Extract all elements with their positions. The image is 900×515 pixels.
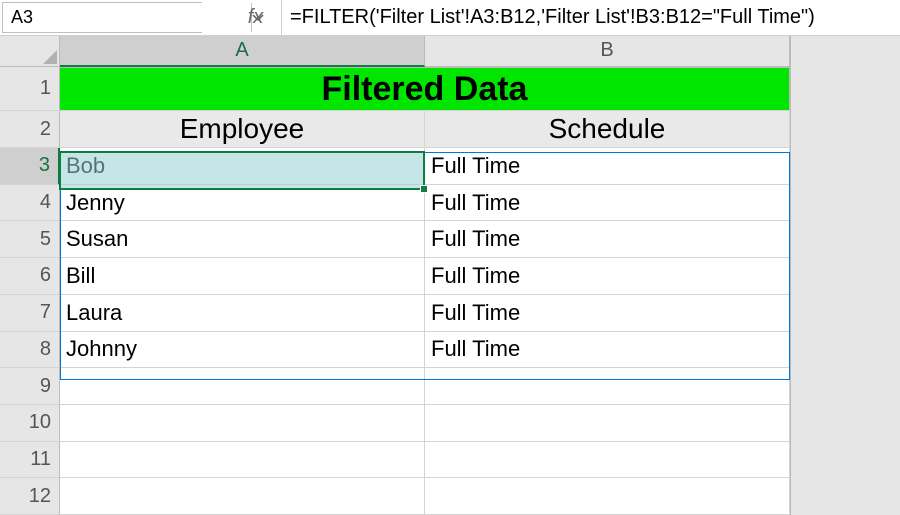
cell[interactable]: Bill	[60, 258, 425, 295]
table-row: Filtered Data	[60, 67, 900, 111]
cell[interactable]	[425, 405, 790, 442]
cell[interactable]	[60, 442, 425, 479]
row-header[interactable]: 11	[0, 442, 60, 479]
column-header[interactable]: A	[60, 36, 425, 67]
cell[interactable]	[60, 405, 425, 442]
cell[interactable]	[425, 368, 790, 405]
fx-icon: fx	[248, 6, 264, 29]
row-header[interactable]: 9	[0, 368, 60, 405]
cell[interactable]: Full Time	[425, 185, 790, 222]
row-header[interactable]: 8	[0, 332, 60, 369]
table-row	[60, 442, 900, 479]
table-row	[60, 368, 900, 405]
cell[interactable]: Full Time	[425, 221, 790, 258]
cell[interactable]	[60, 368, 425, 405]
table-row	[60, 405, 900, 442]
cell[interactable]: Full Time	[425, 332, 790, 369]
table-row: Laura Full Time	[60, 295, 900, 332]
row-header[interactable]: 6	[0, 258, 60, 295]
row-header[interactable]: 7	[0, 295, 60, 332]
select-all-corner[interactable]	[0, 36, 60, 67]
cell[interactable]: Full Time	[425, 295, 790, 332]
table-row: Susan Full Time	[60, 221, 900, 258]
row-header-gutter: 1 2 3 4 5 6 7 8 9 10 11 12	[0, 36, 60, 515]
table-row: Bill Full Time	[60, 258, 900, 295]
spreadsheet-grid: 1 2 3 4 5 6 7 8 9 10 11 12 A B C Filtere…	[0, 36, 900, 515]
cell[interactable]: Jenny	[60, 185, 425, 222]
cell[interactable]	[60, 478, 425, 515]
frozen-pane-gutter	[790, 36, 900, 515]
cell[interactable]: Full Time	[425, 258, 790, 295]
table-row: Employee Schedule	[60, 111, 900, 148]
name-box-container	[2, 2, 202, 33]
column-header[interactable]: B	[425, 36, 790, 67]
cell[interactable]: Bob	[60, 148, 425, 185]
cell[interactable]: Johnny	[60, 332, 425, 369]
header-schedule[interactable]: Schedule	[425, 111, 790, 148]
table-row: Johnny Full Time	[60, 332, 900, 369]
cells-area: A B C Filtered Data Employee Schedule Bo…	[60, 36, 900, 515]
cell[interactable]	[425, 442, 790, 479]
row-header[interactable]: 10	[0, 405, 60, 442]
formula-bar: fx	[0, 0, 900, 36]
cell[interactable]: Susan	[60, 221, 425, 258]
table-row	[60, 478, 900, 515]
column-header-row: A B C	[60, 36, 900, 67]
header-employee[interactable]: Employee	[60, 111, 425, 148]
row-header[interactable]: 4	[0, 185, 60, 222]
row-header[interactable]: 3	[0, 148, 60, 185]
insert-function-button[interactable]: fx	[230, 0, 282, 35]
cell[interactable]	[425, 478, 790, 515]
cell[interactable]: Full Time	[425, 148, 790, 185]
table-row: Bob Full Time	[60, 148, 900, 185]
row-header[interactable]: 12	[0, 478, 60, 515]
cell[interactable]: Laura	[60, 295, 425, 332]
formula-input[interactable]	[282, 0, 900, 35]
row-header[interactable]: 5	[0, 221, 60, 258]
row-header[interactable]: 2	[0, 111, 60, 148]
table-row: Jenny Full Time	[60, 185, 900, 222]
title-cell[interactable]: Filtered Data	[60, 67, 790, 111]
row-header[interactable]: 1	[0, 67, 60, 111]
name-box[interactable]	[3, 3, 251, 32]
